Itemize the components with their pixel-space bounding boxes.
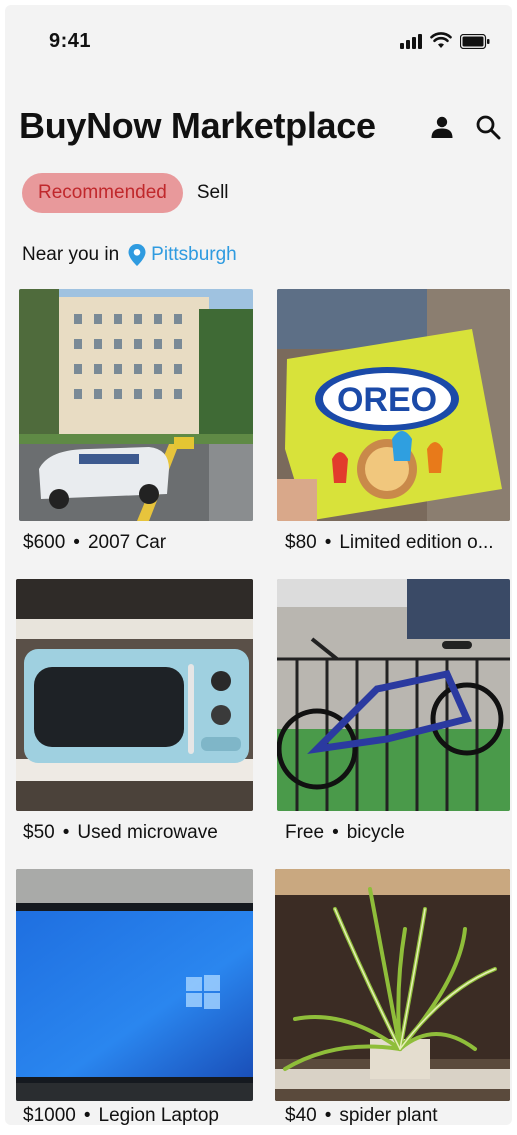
search-icon	[476, 115, 501, 140]
listing-price: $80	[285, 532, 317, 553]
tab-recommended[interactable]: Recommended	[22, 173, 183, 213]
location-prefix: Near you in	[22, 244, 120, 265]
listing-title: Limited edition o...	[339, 532, 494, 553]
svg-text:OREO: OREO	[337, 381, 437, 419]
tab-bar: Recommended Sell	[22, 173, 229, 213]
listing-title: 2007 Car	[87, 532, 167, 553]
battery-icon	[460, 34, 490, 49]
location-city-link[interactable]: Pittsburgh	[151, 244, 237, 266]
listing-image-car[interactable]	[19, 289, 253, 521]
header-actions	[428, 113, 502, 141]
listing-caption: Free • bicycle	[285, 822, 405, 843]
listing-caption: $40 • spider plant	[285, 1105, 438, 1125]
listing-caption: $600 • 2007 Car	[23, 532, 167, 553]
status-bar: 9:41	[5, 5, 512, 75]
listing-price: $600	[23, 532, 66, 553]
status-icons	[400, 32, 490, 49]
listing-image-spider-plant[interactable]	[275, 869, 510, 1101]
listing-price: $50	[23, 822, 55, 843]
tab-sell[interactable]: Sell	[197, 182, 229, 204]
listing-caption: $50 • Used microwave	[23, 822, 218, 843]
signal-icon	[400, 33, 422, 49]
phone-screen: 9:41 BuyNow Marketplace Recommended Sell…	[5, 5, 512, 1125]
app-title: BuyNow Marketplace	[19, 105, 376, 146]
listing-price: Free	[285, 822, 325, 843]
listing-title: spider plant	[339, 1105, 438, 1125]
listing-image-bicycle[interactable]	[277, 579, 510, 811]
location-row: Near you in Pittsburgh	[22, 243, 237, 267]
listing-title: Used microwave	[77, 822, 218, 843]
search-button[interactable]	[474, 113, 502, 141]
account-button[interactable]	[428, 113, 456, 141]
listing-image-laptop[interactable]	[16, 869, 253, 1101]
listing-title: Legion Laptop	[98, 1105, 219, 1125]
listing-price: $40	[285, 1105, 317, 1125]
listing-caption: $1000 • Legion Laptop	[23, 1105, 219, 1125]
listing-image-microwave[interactable]	[16, 579, 253, 811]
listing-caption: $80 • Limited edition o...	[285, 532, 494, 553]
status-time: 9:41	[49, 30, 92, 52]
listing-image-oreo[interactable]: OREO	[277, 289, 510, 521]
location-pin-icon	[128, 244, 146, 266]
person-icon	[431, 116, 453, 138]
listing-price: $1000	[23, 1105, 76, 1125]
wifi-icon	[430, 32, 452, 48]
listing-title: bicycle	[346, 822, 405, 843]
